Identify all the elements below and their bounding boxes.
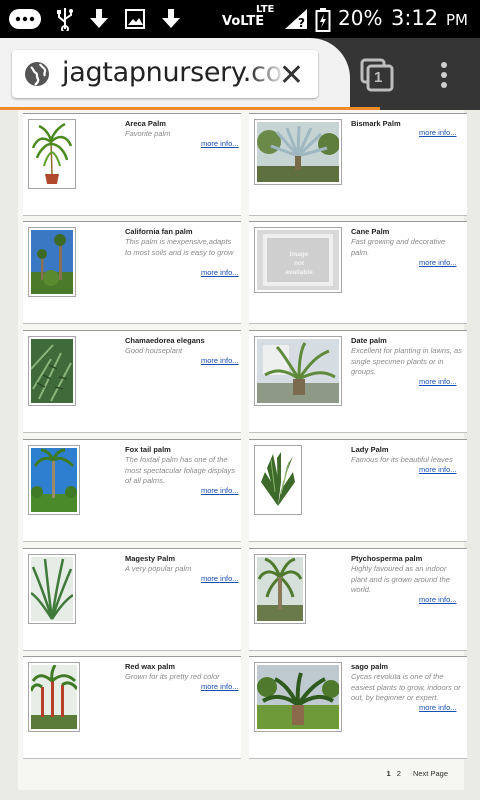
pagination: 1 2 Next Page — [382, 769, 448, 778]
product-card-chamaedorea-elegans: Chamaedorea elegans Good houseplant more… — [23, 330, 241, 433]
product-name[interactable]: Lady Palm — [351, 445, 389, 454]
usb-icon — [56, 7, 74, 36]
download-icon — [160, 7, 182, 36]
product-card-sago-palm: sago palm Cycas revoluta is one of the e… — [249, 656, 467, 759]
product-name[interactable]: Cane Palm — [351, 227, 389, 236]
more-info-link[interactable]: more info... — [201, 574, 239, 583]
product-image[interactable] — [254, 445, 302, 515]
product-description: Famous for its beautiful leaves — [351, 455, 453, 464]
next-page-link[interactable]: Next Page — [413, 769, 448, 778]
product-card-ptychosperma-palm: Ptychosperma palm Highly favoured as an … — [249, 548, 467, 651]
messenger-icon — [8, 7, 42, 36]
more-info-link[interactable]: more info... — [419, 258, 457, 267]
image-icon — [124, 7, 146, 36]
product-description: Fast growing and decorative palm. — [351, 237, 446, 257]
product-name[interactable]: Chamaedorea elegans — [125, 336, 205, 345]
product-description: Good houseplant — [125, 346, 183, 355]
product-description: This palm is inexpensive,adapts to most … — [125, 237, 234, 257]
product-card-cane-palm: Image not available Cane Palm Fast growi… — [249, 221, 467, 324]
product-image[interactable] — [28, 119, 76, 189]
product-description: Excellent for planting in lawns, as sing… — [351, 346, 462, 376]
clock-ampm: PM — [446, 11, 468, 29]
clock-time: 3:12 — [391, 6, 439, 30]
globe-icon — [24, 61, 50, 92]
clear-url-button[interactable]: ✕ — [279, 58, 304, 93]
tab-count: 1 — [374, 69, 383, 86]
product-image[interactable] — [28, 662, 80, 732]
browser-toolbar: jagtapnursery.com ✕ 1 — [0, 38, 480, 110]
product-card-red-wax-palm: Red wax palm Grown for its pretty red co… — [23, 656, 241, 759]
web-page: Areca Palm Favorite palm more info... Bi… — [0, 110, 480, 800]
battery-percent: 20% — [338, 6, 383, 30]
more-info-link[interactable]: more info... — [201, 356, 239, 365]
product-name[interactable]: Magesty Palm — [125, 554, 175, 563]
product-description: Grown for its pretty red color — [125, 672, 220, 681]
product-name[interactable]: Red wax palm — [125, 662, 175, 671]
product-card-lady-palm: Lady Palm Famous for its beautiful leave… — [249, 439, 467, 542]
more-info-link[interactable]: more info... — [419, 703, 457, 712]
page-2-link[interactable]: 2 — [397, 769, 401, 778]
product-image[interactable] — [28, 336, 76, 406]
url-bar[interactable]: jagtapnursery.com ✕ — [12, 50, 318, 98]
product-description: A very popular palm — [125, 564, 192, 573]
product-card-areca-palm: Areca Palm Favorite palm more info... — [23, 113, 241, 216]
product-name[interactable]: Areca Palm — [125, 119, 166, 128]
product-image[interactable] — [28, 227, 76, 297]
product-description: Cycas revoluta is one of the easiest pla… — [351, 672, 461, 702]
product-panel: Areca Palm Favorite palm more info... Bi… — [18, 110, 467, 790]
more-info-link[interactable]: more info... — [419, 128, 457, 137]
more-info-link[interactable]: more info... — [201, 486, 239, 495]
product-image[interactable] — [254, 119, 342, 185]
product-description: The foxtail palm has one of the most spe… — [125, 455, 236, 485]
lte-label: LTE — [256, 4, 275, 15]
more-info-link[interactable]: more info... — [201, 139, 239, 148]
tab-switcher-button[interactable]: 1 — [360, 58, 394, 92]
status-bar: VoLTE LTE ? 20% 3:12 PM — [0, 0, 480, 38]
product-description: Favorite palm — [125, 129, 171, 138]
more-info-link[interactable]: more info... — [419, 377, 457, 386]
product-image[interactable] — [28, 554, 76, 624]
page-footer-strip — [0, 790, 480, 800]
product-name[interactable]: sago palm — [351, 662, 388, 671]
svg-text:?: ? — [298, 16, 305, 30]
product-card-bismark-palm: Bismark Palm more info... — [249, 113, 467, 216]
product-name[interactable]: Fox tail palm — [125, 445, 171, 454]
page-1-link[interactable]: 1 — [386, 769, 390, 778]
product-name[interactable]: Date palm — [351, 336, 387, 345]
image-placeholder-text: Image not available — [285, 251, 313, 276]
product-card-magesty-palm: Magesty Palm A very popular palm more in… — [23, 548, 241, 651]
product-image[interactable] — [254, 662, 342, 732]
product-image[interactable] — [254, 336, 342, 406]
volte-label: VoLTE — [222, 14, 265, 29]
product-card-fox-tail-palm: Fox tail palm The foxtail palm has one o… — [23, 439, 241, 542]
overflow-menu-button[interactable] — [438, 60, 450, 90]
product-image[interactable]: Image not available — [254, 227, 342, 293]
more-info-link[interactable]: more info... — [201, 268, 239, 277]
battery-icon — [315, 7, 331, 38]
product-name[interactable]: Bismark Palm — [351, 119, 401, 128]
product-image[interactable] — [28, 445, 80, 515]
product-card-date-palm: Date palm Excellent for planting in lawn… — [249, 330, 467, 433]
more-info-link[interactable]: more info... — [201, 682, 239, 691]
product-name[interactable]: California fan palm — [125, 227, 193, 236]
product-image[interactable] — [254, 554, 306, 624]
product-name[interactable]: Ptychosperma palm — [351, 554, 422, 563]
more-info-link[interactable]: more info... — [419, 465, 457, 474]
download-icon — [88, 7, 110, 36]
more-info-link[interactable]: more info... — [419, 595, 457, 604]
product-card-california-fan-palm: California fan palm This palm is inexpen… — [23, 221, 241, 324]
product-description: Highly favoured as an indoor plant and i… — [351, 564, 450, 594]
signal-icon: ? — [283, 7, 309, 36]
